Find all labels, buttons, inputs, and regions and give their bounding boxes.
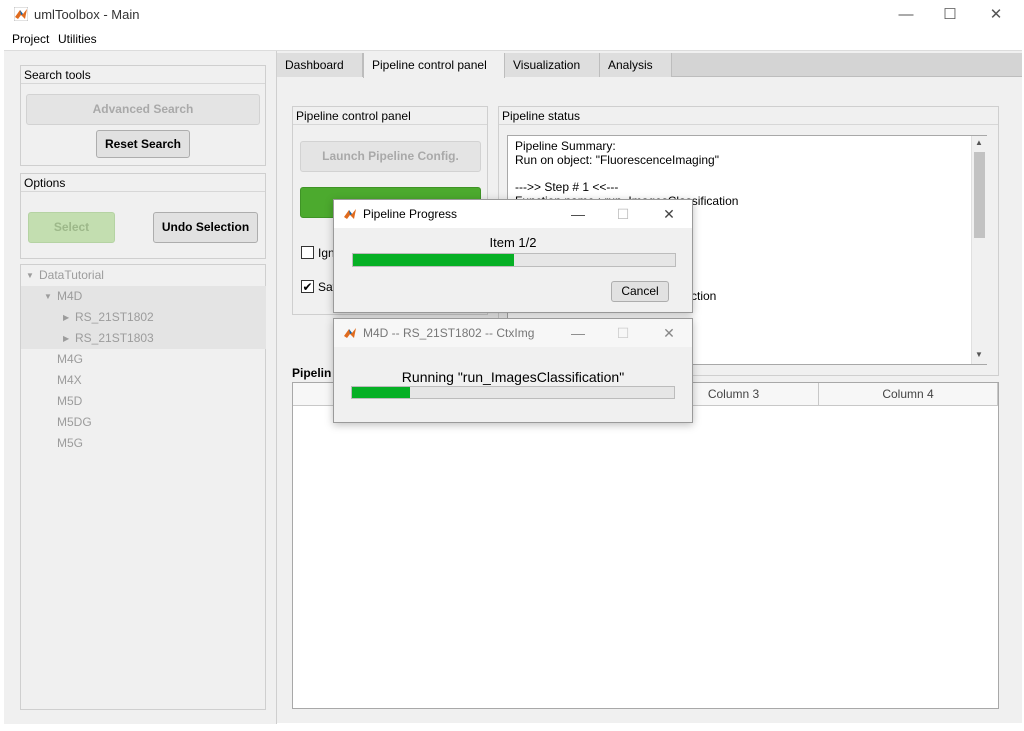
tree-item-label: RS_21ST1803 (75, 331, 154, 345)
tree-item-label: RS_21ST1802 (75, 310, 154, 324)
chevron-down-icon: ▼ (26, 271, 34, 280)
select-button[interactable]: Select (28, 212, 115, 243)
scroll-up-icon[interactable]: ▲ (975, 138, 983, 147)
task-label: Running "run_ImagesClassification" (401, 369, 625, 385)
checkmark-icon: ✔ (302, 280, 313, 294)
column-header-4[interactable]: Column 4 (819, 383, 998, 406)
progress-bar-fill (353, 254, 514, 266)
maximize-button[interactable]: ☐ (610, 204, 636, 224)
search-tools-title: Search tools (21, 66, 265, 84)
tree-item-m4x[interactable]: M4X (21, 370, 266, 391)
data-tree-panel: ▼ DataTutorial ▼ M4D ▶ RS_21ST1802 ▶ RS_… (20, 264, 266, 710)
progress-bar (352, 253, 676, 267)
tab-visualization[interactable]: Visualization (505, 53, 600, 77)
maximize-button[interactable]: ☐ (930, 4, 970, 26)
close-button[interactable]: ✕ (976, 4, 1016, 26)
advanced-search-button[interactable]: Advanced Search (26, 94, 260, 125)
progress-bar (351, 386, 675, 399)
pipeline-progress-dialog: Pipeline Progress — ☐ ✕ Item 1/2 Cancel (333, 199, 693, 313)
chevron-right-icon: ▶ (63, 313, 70, 322)
dialog-title: Pipeline Progress (363, 207, 458, 221)
tree-item-root[interactable]: ▼ DataTutorial (21, 265, 266, 286)
tab-dashboard[interactable]: Dashboard (277, 53, 363, 77)
status-line: --->> Step # 1 <<--- (515, 180, 619, 194)
pipeline-table[interactable]: Column 3 Column 4 (292, 382, 999, 709)
matlab-logo-icon (14, 7, 28, 21)
pipeline-table-title: Pipelin (292, 366, 332, 380)
close-button[interactable]: ✕ (656, 323, 682, 343)
save-checkbox[interactable]: ✔ (301, 280, 314, 293)
reset-search-button[interactable]: Reset Search (96, 130, 190, 158)
tree-item-m5d[interactable]: M5D (21, 391, 266, 412)
scroll-thumb[interactable] (974, 152, 985, 238)
tree-item-m4d[interactable]: ▼ M4D (21, 286, 266, 307)
search-tools-panel: Search tools Advanced Search Reset Searc… (20, 65, 266, 166)
left-sidebar: Search tools Advanced Search Reset Searc… (4, 51, 277, 724)
dialog-titlebar: M4D -- RS_21ST1802 -- CtxImg — ☐ ✕ (334, 319, 692, 347)
undo-selection-button[interactable]: Undo Selection (153, 212, 258, 243)
tab-strip: Dashboard Pipeline control panel Visuali… (277, 53, 1022, 78)
tree-item-label: M4G (57, 352, 84, 366)
tree-item-child1[interactable]: ▶ RS_21ST1802 (21, 307, 266, 328)
tree-item-label: M5G (57, 436, 84, 450)
matlab-logo-icon (344, 328, 356, 338)
tree-item-m4g[interactable]: M4G (21, 349, 266, 370)
status-line: ction (691, 289, 717, 303)
chevron-right-icon: ▶ (63, 334, 70, 343)
close-button[interactable]: ✕ (656, 204, 682, 224)
menu-bar: Project Utilities (4, 30, 1022, 50)
tab-pipeline-control-panel[interactable]: Pipeline control panel (363, 53, 505, 78)
progress-label: Item 1/2 (489, 235, 537, 250)
tree-item-m5dg[interactable]: M5DG (21, 412, 266, 433)
tab-analysis[interactable]: Analysis (600, 53, 672, 77)
scroll-down-icon[interactable]: ▼ (975, 350, 983, 359)
launch-pipeline-config-button[interactable]: Launch Pipeline Config. (300, 141, 481, 172)
options-panel: Options Select Undo Selection (20, 173, 266, 259)
chevron-down-icon: ▼ (44, 292, 52, 301)
cancel-button[interactable]: Cancel (611, 281, 669, 302)
window-title: umlToolbox - Main (34, 7, 140, 22)
status-line: Run on object: "FluorescenceImaging" (515, 153, 719, 167)
maximize-button[interactable]: ☐ (610, 323, 636, 343)
options-title: Options (21, 174, 265, 192)
menu-project[interactable]: Project (12, 32, 49, 46)
dialog-titlebar: Pipeline Progress — ☐ ✕ (334, 200, 692, 228)
minimize-button[interactable]: — (565, 323, 591, 343)
window-titlebar: umlToolbox - Main — ☐ ✕ (4, 0, 1022, 30)
progress-bar-fill (352, 387, 410, 398)
task-progress-dialog: M4D -- RS_21ST1802 -- CtxImg — ☐ ✕ Runni… (333, 318, 693, 423)
status-line: Pipeline Summary: (515, 139, 616, 153)
tree-item-m5g[interactable]: M5G (21, 433, 266, 454)
status-scrollbar[interactable]: ▲ ▼ (971, 136, 987, 364)
tree-item-label: M4X (57, 373, 82, 387)
pipeline-status-title: Pipeline status (499, 107, 998, 125)
tree-item-label: M4D (57, 289, 83, 303)
ignore-checkbox[interactable] (301, 246, 314, 259)
tree-item-label: DataTutorial (39, 268, 104, 282)
tree-item-child2[interactable]: ▶ RS_21ST1803 (21, 328, 266, 349)
minimize-button[interactable]: — (565, 204, 591, 224)
dialog-title: M4D -- RS_21ST1802 -- CtxImg (363, 326, 535, 340)
tree-item-label: M5D (57, 394, 83, 408)
tree-item-label: M5DG (57, 415, 92, 429)
matlab-logo-icon (344, 209, 356, 219)
minimize-button[interactable]: — (886, 4, 926, 26)
menu-utilities[interactable]: Utilities (58, 32, 97, 46)
pipeline-control-title: Pipeline control panel (293, 107, 487, 125)
